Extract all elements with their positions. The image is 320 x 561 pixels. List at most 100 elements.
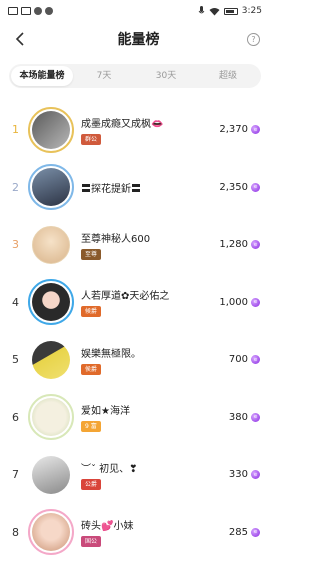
page-title: 能量榜 <box>117 32 160 48</box>
rank-number: 4 <box>12 295 19 309</box>
score-value: 1,280 <box>219 239 248 251</box>
score-value: 330 <box>228 469 248 481</box>
notification-icon <box>34 7 42 15</box>
wifi-icon <box>209 7 220 15</box>
score-value: 380 <box>228 411 248 423</box>
avatar-image <box>32 168 70 207</box>
list-item[interactable]: 7 ︶ˇ 初见、❣ 公爵 330 e <box>0 446 270 504</box>
tab-30-days[interactable]: 30天 <box>135 66 197 86</box>
user-name: 〓探花提釿〓 <box>81 183 141 195</box>
back-button[interactable] <box>10 29 30 49</box>
ranking-list: 1 成墨成瘾又成枫👄 群公 2,370 e 2 〓探花提釿〓 2,350 e 3 <box>0 101 270 561</box>
help-button[interactable]: ? <box>247 32 260 46</box>
avatar[interactable] <box>28 279 74 326</box>
score-value: 2,370 <box>219 124 248 136</box>
rank-badge: 侯爵 <box>81 363 102 375</box>
help-icon: ? <box>251 34 256 44</box>
user-info: ︶ˇ 初见、❣ 公爵 <box>81 460 229 490</box>
user-name: 爱如★海洋 <box>81 406 130 418</box>
microphone-icon <box>198 6 205 14</box>
battery-icon <box>223 7 238 15</box>
tab-super[interactable]: 超级 <box>197 66 259 86</box>
tab-current-session[interactable]: 本场能量榜 <box>11 66 73 86</box>
energy-coin-icon: e <box>251 125 260 135</box>
list-item[interactable]: 8 砖头💕小妹 国公 285 e <box>0 504 270 561</box>
score-value: 285 <box>228 526 248 538</box>
header: 能量榜 ? <box>0 22 270 56</box>
avatar[interactable] <box>30 339 72 381</box>
energy-coin-icon: e <box>251 527 260 537</box>
avatar[interactable] <box>28 394 74 441</box>
energy-score: 380 e <box>229 412 260 423</box>
energy-score: 2,350 e <box>219 182 260 193</box>
energy-score: 1,280 e <box>219 239 260 250</box>
energy-coin-icon: e <box>251 182 260 192</box>
energy-score: 285 e <box>229 527 260 538</box>
user-info: 〓探花提釿〓 <box>81 180 219 195</box>
energy-coin-icon: e <box>251 240 260 250</box>
rank-badge: 至尊 <box>81 248 102 260</box>
rank-badge: 群公 <box>81 133 102 145</box>
tab-7-days[interactable]: 7天 <box>73 66 135 86</box>
rank-badge: 9 富 <box>81 421 101 433</box>
score-value: 1,000 <box>219 296 248 308</box>
rank-number: 3 <box>12 238 19 252</box>
rank-number: 2 <box>12 180 19 194</box>
avatar-image <box>32 283 70 322</box>
rank-badge: 候爵 <box>81 306 102 318</box>
status-right: 3:25 <box>198 6 262 16</box>
user-info: 成墨成瘾又成枫👄 群公 <box>81 115 219 145</box>
list-item[interactable]: 3 至尊神秘人600 至尊 1,280 e <box>0 216 270 274</box>
user-info: 娱樂無極限。 侯爵 <box>81 345 229 375</box>
avatar-image <box>32 513 70 552</box>
user-info: 爱如★海洋 9 富 <box>81 402 229 433</box>
rank-number: 1 <box>12 123 19 137</box>
energy-coin-icon: e <box>251 470 260 480</box>
avatar-image <box>32 455 70 494</box>
user-name: 人若厚道✿天必佑之 <box>81 291 170 303</box>
avatar-image <box>32 340 70 379</box>
rank-badge: 公爵 <box>81 478 102 490</box>
avatar-image <box>32 110 70 149</box>
list-item[interactable]: 1 成墨成瘾又成枫👄 群公 2,370 e <box>0 101 270 159</box>
signal-icon-2 <box>21 7 31 15</box>
user-name: 成墨成瘾又成枫👄 <box>81 118 164 130</box>
energy-coin-icon: e <box>251 355 260 365</box>
status-time: 3:25 <box>241 6 262 16</box>
rank-number: 6 <box>12 410 19 424</box>
rank-badge: 国公 <box>81 536 102 548</box>
chevron-left-icon <box>15 32 24 46</box>
avatar[interactable] <box>28 509 74 556</box>
avatar-image <box>32 398 70 437</box>
user-name: 娱樂無極限。 <box>81 348 141 360</box>
list-item[interactable]: 5 娱樂無極限。 侯爵 700 e <box>0 331 270 389</box>
list-item[interactable]: 4 人若厚道✿天必佑之 候爵 1,000 e <box>0 274 270 332</box>
score-value: 700 <box>228 354 248 366</box>
avatar[interactable] <box>28 106 74 153</box>
rank-number: 7 <box>12 468 19 482</box>
user-name: ︶ˇ 初见、❣ <box>81 463 138 475</box>
energy-coin-icon: e <box>251 412 260 422</box>
rank-number: 8 <box>12 525 19 539</box>
score-value: 2,350 <box>219 181 248 193</box>
energy-coin-icon: e <box>251 297 260 307</box>
avatar[interactable] <box>30 454 72 496</box>
avatar-image <box>32 225 70 264</box>
user-info: 至尊神秘人600 至尊 <box>81 230 219 260</box>
list-item[interactable]: 6 爱如★海洋 9 富 380 e <box>0 389 270 447</box>
avatar[interactable] <box>28 164 74 211</box>
status-left <box>8 7 53 15</box>
user-name: 至尊神秘人600 <box>81 233 151 245</box>
user-info: 砖头💕小妹 国公 <box>81 517 229 548</box>
rank-number: 5 <box>12 353 19 367</box>
user-info: 人若厚道✿天必佑之 候爵 <box>81 287 219 318</box>
signal-icon <box>8 7 18 15</box>
chat-icon <box>45 7 53 15</box>
status-bar: 3:25 <box>0 0 270 22</box>
energy-score: 1,000 e <box>219 297 260 308</box>
list-item[interactable]: 2 〓探花提釿〓 2,350 e <box>0 159 270 217</box>
user-name: 砖头💕小妹 <box>81 521 134 533</box>
tab-bar: 本场能量榜 7天 30天 超级 <box>9 64 261 88</box>
energy-score: 700 e <box>229 354 260 365</box>
avatar[interactable] <box>30 224 72 266</box>
